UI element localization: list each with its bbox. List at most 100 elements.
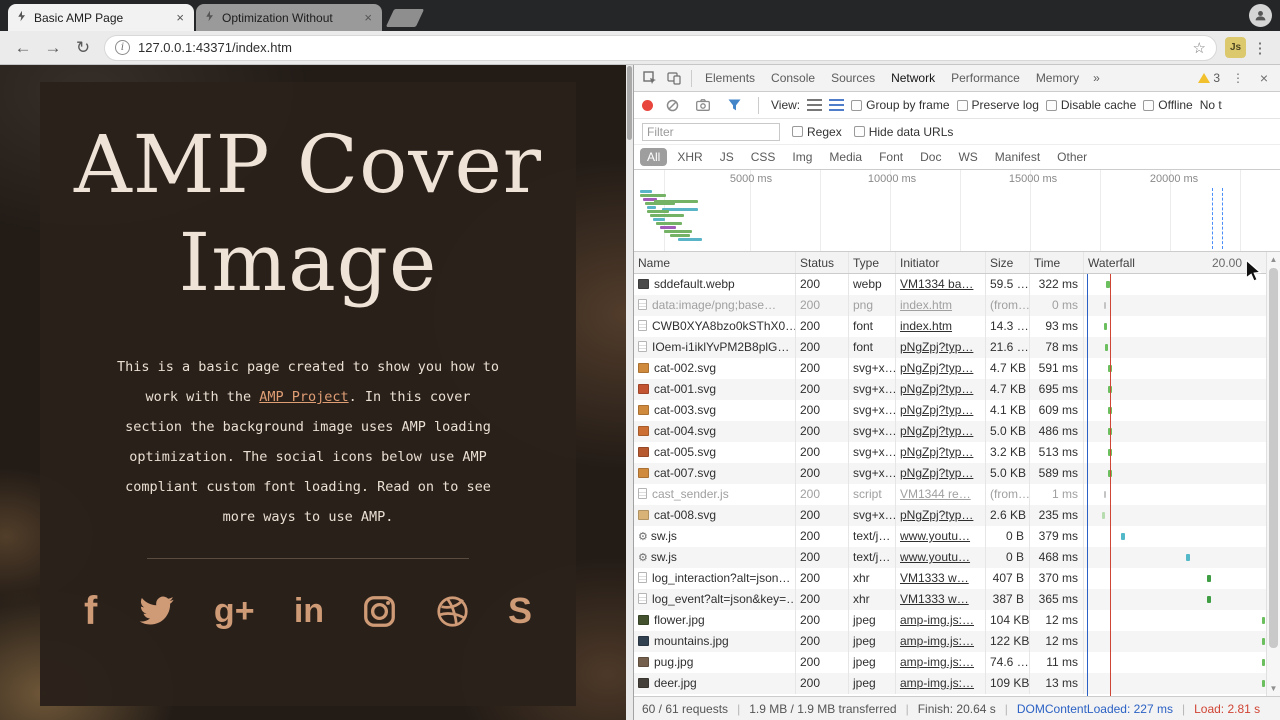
table-row[interactable]: cat-001.svg 200 svg+x… pNgZpj?typ… 4.7 KB 695… bbox=[634, 379, 1280, 400]
scroll-down-arrow[interactable]: ▼ bbox=[1267, 684, 1280, 693]
column-header-waterfall[interactable]: Waterfall 20.00 bbox=[1084, 252, 1280, 273]
column-header-name[interactable]: Name bbox=[634, 252, 796, 273]
instagram-icon[interactable] bbox=[363, 595, 396, 628]
forward-button[interactable]: → bbox=[40, 38, 66, 58]
type-filter-font[interactable]: Font bbox=[872, 148, 910, 166]
facebook-icon[interactable]: f bbox=[84, 589, 97, 634]
reload-button[interactable]: ↻ bbox=[70, 38, 96, 58]
devtools-scrollbar[interactable]: ▲ ▼ bbox=[1266, 252, 1280, 696]
initiator-link[interactable]: amp-img.js:… bbox=[900, 676, 974, 690]
device-toolbar-icon[interactable] bbox=[662, 71, 686, 85]
initiator-link[interactable]: www.youtu… bbox=[900, 529, 970, 543]
table-row[interactable]: pug.jpg 200 jpeg amp-img.js:… 74.6 … 11 ms bbox=[634, 652, 1280, 673]
initiator-link[interactable]: pNgZpj?typ… bbox=[900, 382, 973, 396]
list-view-icon[interactable] bbox=[807, 99, 823, 111]
initiator-link[interactable]: VM1334 ba… bbox=[900, 277, 973, 291]
initiator-link[interactable]: amp-img.js:… bbox=[900, 613, 974, 627]
table-row[interactable]: cat-007.svg 200 svg+x… pNgZpj?typ… 5.0 KB 589… bbox=[634, 463, 1280, 484]
offline-checkbox[interactable]: Offline bbox=[1143, 98, 1193, 112]
linkedin-icon[interactable]: in bbox=[294, 592, 324, 631]
scroll-up-arrow[interactable]: ▲ bbox=[1267, 255, 1280, 264]
initiator-link[interactable]: pNgZpj?typ… bbox=[900, 445, 973, 459]
devtools-tab-performance[interactable]: Performance bbox=[943, 65, 1028, 91]
more-tabs-chevron[interactable]: » bbox=[1087, 71, 1106, 85]
tab-close-icon[interactable]: × bbox=[174, 10, 186, 25]
twitter-icon[interactable] bbox=[137, 596, 175, 627]
scrollbar-thumb[interactable] bbox=[1269, 268, 1278, 648]
table-row[interactable]: ⚙ sw.js 200 text/j… www.youtu… 0 B 379 ms bbox=[634, 526, 1280, 547]
column-header-status[interactable]: Status bbox=[796, 252, 849, 273]
disable-cache-checkbox[interactable]: Disable cache bbox=[1045, 98, 1136, 112]
initiator-link[interactable]: VM1344 re… bbox=[900, 487, 971, 501]
waterfall-view-icon[interactable] bbox=[829, 99, 845, 111]
filter-icon[interactable] bbox=[722, 99, 746, 111]
devtools-tab-network[interactable]: Network bbox=[883, 65, 943, 91]
preserve-log-checkbox[interactable]: Preserve log bbox=[956, 98, 1039, 112]
initiator-link[interactable]: VM1333 w… bbox=[900, 571, 969, 585]
clear-icon[interactable] bbox=[660, 99, 684, 112]
back-button[interactable]: ← bbox=[10, 38, 36, 58]
initiator-link[interactable]: pNgZpj?typ… bbox=[900, 466, 973, 480]
network-filter-input[interactable] bbox=[642, 122, 780, 141]
table-row[interactable]: cat-003.svg 200 svg+x… pNgZpj?typ… 4.1 KB 609… bbox=[634, 400, 1280, 421]
dribbble-icon[interactable] bbox=[436, 595, 469, 628]
table-row[interactable]: cat-008.svg 200 svg+x… pNgZpj?typ… 2.6 KB 235… bbox=[634, 505, 1280, 526]
inspect-element-icon[interactable] bbox=[638, 71, 662, 85]
profile-avatar-button[interactable] bbox=[1249, 4, 1272, 27]
google-plus-icon[interactable]: g+ bbox=[214, 592, 255, 631]
table-row[interactable]: cat-002.svg 200 svg+x… pNgZpj?typ… 4.7 KB 591… bbox=[634, 358, 1280, 379]
table-row[interactable]: CWB0XYA8bzo0kSThX0… 200 font index.htm 14.3 … bbox=[634, 316, 1280, 337]
regex-checkbox[interactable]: Regex bbox=[792, 125, 842, 139]
type-filter-other[interactable]: Other bbox=[1050, 148, 1094, 166]
record-button[interactable] bbox=[642, 99, 653, 111]
console-warning-badge[interactable]: 3 bbox=[1194, 71, 1224, 85]
table-row[interactable]: sddefault.webp 200 webp VM1334 ba… 59.5 … 322… bbox=[634, 274, 1280, 295]
table-row[interactable]: cat-005.svg 200 svg+x… pNgZpj?typ… 3.2 KB 513… bbox=[634, 442, 1280, 463]
devtools-tab-elements[interactable]: Elements bbox=[697, 65, 763, 91]
devtools-tab-memory[interactable]: Memory bbox=[1028, 65, 1087, 91]
extension-icon[interactable]: Js bbox=[1225, 37, 1246, 58]
initiator-link[interactable]: pNgZpj?typ… bbox=[900, 340, 973, 354]
initiator-link[interactable]: pNgZpj?typ… bbox=[900, 424, 973, 438]
type-filter-js[interactable]: JS bbox=[713, 148, 741, 166]
group-by-frame-checkbox[interactable]: Group by frame bbox=[851, 98, 950, 112]
type-filter-media[interactable]: Media bbox=[822, 148, 869, 166]
address-bar[interactable]: i 127.0.0.1:43371/index.htm ☆ bbox=[104, 34, 1217, 61]
initiator-link[interactable]: VM1333 w… bbox=[900, 592, 969, 606]
capture-screenshots-icon[interactable] bbox=[691, 99, 715, 111]
initiator-link[interactable]: pNgZpj?typ… bbox=[900, 361, 973, 375]
type-filter-img[interactable]: Img bbox=[785, 148, 819, 166]
devtools-close-icon[interactable]: × bbox=[1252, 70, 1276, 86]
initiator-link[interactable]: amp-img.js:… bbox=[900, 655, 974, 669]
type-filter-xhr[interactable]: XHR bbox=[670, 148, 709, 166]
amp-project-link[interactable]: AMP Project bbox=[259, 389, 348, 405]
table-row[interactable]: deer.jpg 200 jpeg amp-img.js:… 109 KB 13 ms bbox=[634, 673, 1280, 694]
column-header-time[interactable]: Time bbox=[1030, 252, 1084, 273]
table-row[interactable]: cast_sender.js 200 script VM1344 re… (from… 1… bbox=[634, 484, 1280, 505]
initiator-link[interactable]: pNgZpj?typ… bbox=[900, 508, 973, 522]
type-filter-all[interactable]: All bbox=[640, 148, 668, 166]
page-scrollbar[interactable] bbox=[626, 65, 633, 720]
type-filter-manifest[interactable]: Manifest bbox=[988, 148, 1047, 166]
devtools-tab-sources[interactable]: Sources bbox=[823, 65, 883, 91]
type-filter-ws[interactable]: WS bbox=[951, 148, 984, 166]
page-scrollbar-thumb[interactable] bbox=[627, 66, 632, 140]
browser-tab[interactable]: Optimization Without × bbox=[196, 4, 382, 31]
table-row[interactable]: data:image/png;base… 200 png index.htm (from… bbox=[634, 295, 1280, 316]
skype-icon[interactable]: S bbox=[508, 590, 532, 632]
new-tab-button[interactable] bbox=[385, 9, 425, 27]
network-overview[interactable]: 5000 ms 10000 ms 15000 ms 20000 ms bbox=[634, 170, 1280, 252]
throttling-select[interactable]: No t bbox=[1200, 98, 1222, 112]
browser-tab[interactable]: Basic AMP Page × bbox=[8, 4, 194, 31]
page-info-icon[interactable]: i bbox=[115, 40, 130, 55]
table-row[interactable]: flower.jpg 200 jpeg amp-img.js:… 104 KB 12 ms bbox=[634, 610, 1280, 631]
initiator-link[interactable]: index.htm bbox=[900, 319, 952, 333]
column-header-initiator[interactable]: Initiator bbox=[896, 252, 986, 273]
table-row[interactable]: mountains.jpg 200 jpeg amp-img.js:… 122 KB 12… bbox=[634, 631, 1280, 652]
initiator-link[interactable]: index.htm bbox=[900, 298, 952, 312]
devtools-tab-console[interactable]: Console bbox=[763, 65, 823, 91]
devtools-menu-icon[interactable]: ⋮ bbox=[1226, 71, 1250, 85]
hide-data-urls-checkbox[interactable]: Hide data URLs bbox=[853, 125, 953, 139]
tab-close-icon[interactable]: × bbox=[362, 10, 374, 25]
bookmark-star-icon[interactable]: ☆ bbox=[1193, 39, 1206, 57]
